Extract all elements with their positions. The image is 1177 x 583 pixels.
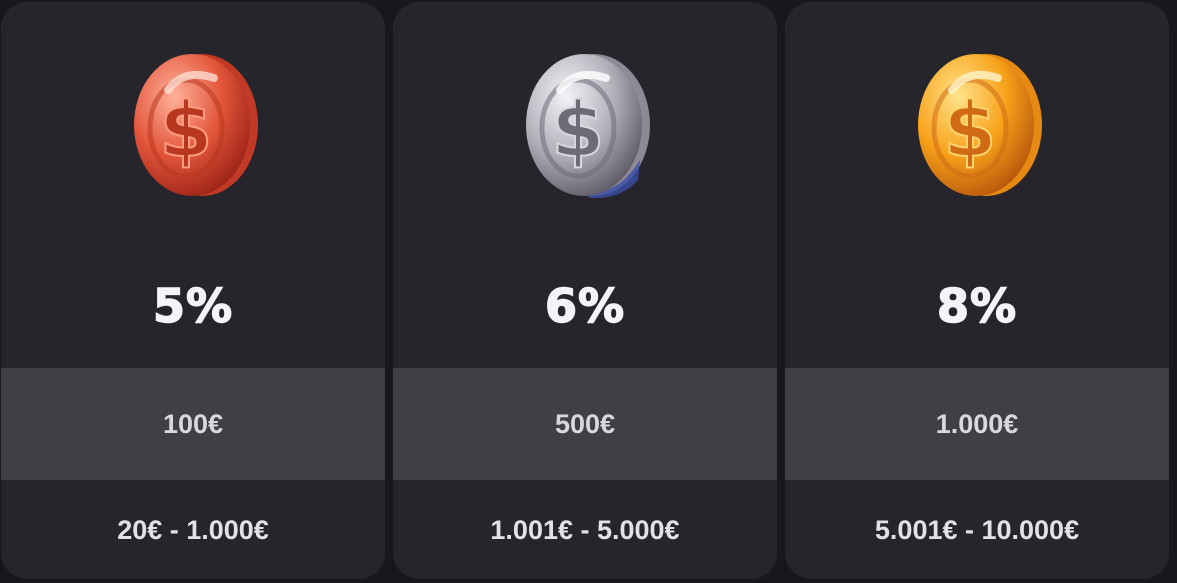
tier-amount: 1.000€: [785, 368, 1169, 480]
tier-card-gold: $ 8% 1.000€ 5.001€ - 10.000€: [785, 2, 1169, 579]
cashback-percent: 6%: [544, 278, 626, 334]
tier-amount: 500€: [393, 368, 777, 480]
tier-card-bronze: $ 5% 100€ 20€ - 1.000€: [1, 2, 385, 579]
tier-range: 1.001€ - 5.000€: [490, 515, 680, 545]
svg-text:$: $: [944, 85, 997, 174]
svg-text:$: $: [552, 85, 605, 174]
cashback-percent: 5%: [152, 278, 234, 334]
cashback-percent: 8%: [936, 278, 1018, 334]
tier-card-silver: $ 6% 500€ 1.001€ - 5.000€: [393, 2, 777, 579]
silver-dollar-coin-icon: $: [526, 54, 650, 199]
tier-amount: 100€: [1, 368, 385, 480]
svg-text:$: $: [160, 85, 213, 174]
cashback-tiers: $ 5% 100€ 20€ - 1.000€ $ 6% 500€ 1.001€ …: [0, 0, 1177, 583]
bronze-dollar-coin-icon: $: [134, 54, 258, 196]
tier-range: 20€ - 1.000€: [117, 515, 269, 545]
tier-range: 5.001€ - 10.000€: [874, 515, 1080, 545]
gold-dollar-coin-icon: $: [918, 54, 1042, 196]
